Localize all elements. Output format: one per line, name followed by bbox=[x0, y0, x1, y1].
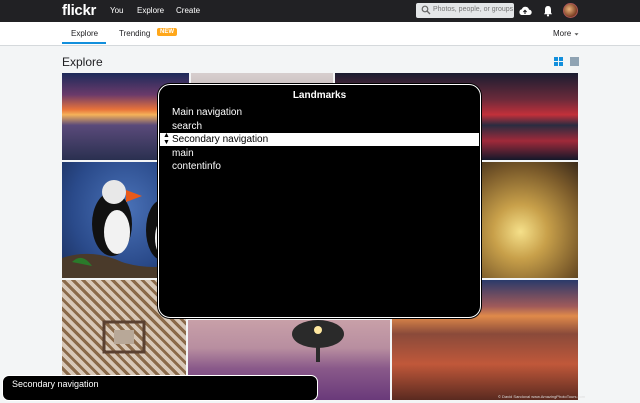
landmark-item-label: search bbox=[172, 121, 203, 132]
more-menu[interactable]: More bbox=[553, 29, 571, 38]
search-placeholder: Photos, people, or groups bbox=[433, 6, 514, 13]
tab-explore[interactable]: Explore bbox=[71, 29, 98, 38]
photo-credit: © David Sandoval www.AmazingPhotoTours.c… bbox=[498, 394, 586, 399]
nav-create[interactable]: Create bbox=[176, 6, 200, 15]
photo-autumn-leaves-bokeh[interactable] bbox=[482, 162, 578, 278]
caption-text: Secondary navigation bbox=[12, 379, 99, 389]
landmark-item-label: Main navigation bbox=[172, 107, 243, 118]
landmark-item-label: main bbox=[172, 148, 194, 159]
tab-trending[interactable]: Trending bbox=[119, 29, 150, 38]
landmark-item-label: contentinfo bbox=[172, 161, 221, 172]
new-badge: NEW bbox=[157, 28, 177, 36]
page-title: Explore bbox=[62, 55, 103, 69]
landmarks-rotor-dialog: Landmarks Main navigation search ▲ ▼ Seco… bbox=[158, 84, 481, 318]
nav-you[interactable]: You bbox=[110, 6, 124, 15]
active-tab-indicator bbox=[62, 42, 106, 44]
landmark-item-main-navigation[interactable]: Main navigation bbox=[160, 106, 479, 119]
search-input[interactable]: Photos, people, or groups bbox=[416, 3, 514, 18]
landmark-item-contentinfo[interactable]: contentinfo bbox=[160, 160, 479, 173]
chevron-down-icon bbox=[574, 33, 579, 36]
upload-cloud-icon[interactable] bbox=[518, 4, 532, 18]
avatar[interactable] bbox=[563, 3, 578, 18]
secondary-navigation: Explore Trending NEW More bbox=[0, 22, 640, 46]
top-navigation-bar: flickr You Explore Create Photos, people… bbox=[0, 0, 640, 22]
landmark-item-main[interactable]: main bbox=[160, 147, 479, 160]
flickr-logo[interactable]: flickr bbox=[62, 2, 96, 19]
nav-explore[interactable]: Explore bbox=[137, 6, 164, 15]
landmark-item-secondary-navigation[interactable]: ▲ ▼ Secondary navigation bbox=[160, 132, 479, 146]
landmark-item-label: Secondary navigation bbox=[172, 134, 269, 145]
landmark-item-search[interactable]: search bbox=[160, 120, 479, 133]
search-icon bbox=[421, 5, 431, 15]
landmarks-title: Landmarks bbox=[292, 90, 347, 101]
up-down-arrows-icon: ▲ ▼ bbox=[163, 132, 170, 146]
notifications-bell-icon[interactable] bbox=[541, 4, 555, 18]
list-view-icon[interactable] bbox=[570, 57, 579, 66]
voiceover-caption-panel: Secondary navigation bbox=[2, 375, 318, 401]
grid-view-icon[interactable] bbox=[554, 57, 563, 66]
